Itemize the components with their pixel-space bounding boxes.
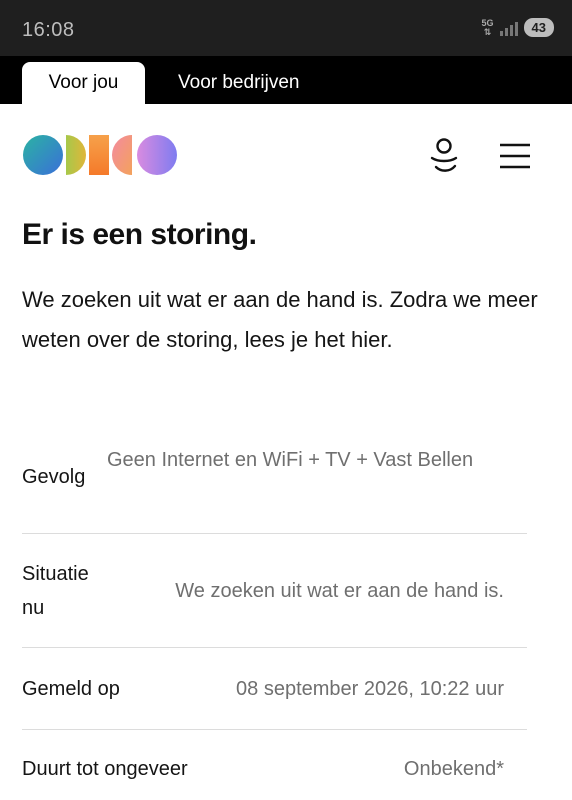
info-row-duur: Duurt tot ongeveer Onbekend* [22,730,527,800]
page-title: Er is een storing. [22,218,257,251]
info-row-situatie: Situatie nu We zoeken uit wat er aan de … [22,534,527,648]
hamburger-menu-icon[interactable] [498,142,532,170]
status-bar: 16:08 5G ⇅ 43 [0,0,572,56]
user-icon[interactable] [426,136,462,176]
row-value: 08 september 2026, 10:22 uur [236,678,504,700]
row-label: Situatie nu [22,563,89,619]
tab-voor-jou[interactable]: Voor jou [22,62,145,104]
intro-text: We zoeken uit wat er aan de hand is. Zod… [22,287,538,352]
status-time: 16:08 [22,19,75,41]
site-header [0,104,572,200]
row-label: Gemeld op [22,678,120,700]
battery-icon: 43 [523,18,554,37]
signal-icon [499,20,518,36]
network-5g-icon: 5G ⇅ [481,17,494,37]
brand-logo[interactable] [22,134,178,176]
info-row-gevolg: Gevolg Geen Internet en WiFi + TV + Vast… [22,440,527,534]
row-value: Geen Internet en WiFi + TV + Vast Bellen [107,449,474,471]
row-label: Gevolg [22,466,86,488]
tab-voor-bedrijven[interactable]: Voor bedrijven [178,62,299,104]
row-label: Duurt tot ongeveer [22,758,188,780]
status-icons: 5G ⇅ 43 [482,18,554,37]
row-value: We zoeken uit wat er aan de hand is. [175,580,504,602]
row-value: Onbekend* [403,758,504,780]
info-row-gemeld-op: Gemeld op 08 september 2026, 10:22 uur [22,648,527,730]
audience-tabs: Voor jou Voor bedrijven [0,56,572,104]
